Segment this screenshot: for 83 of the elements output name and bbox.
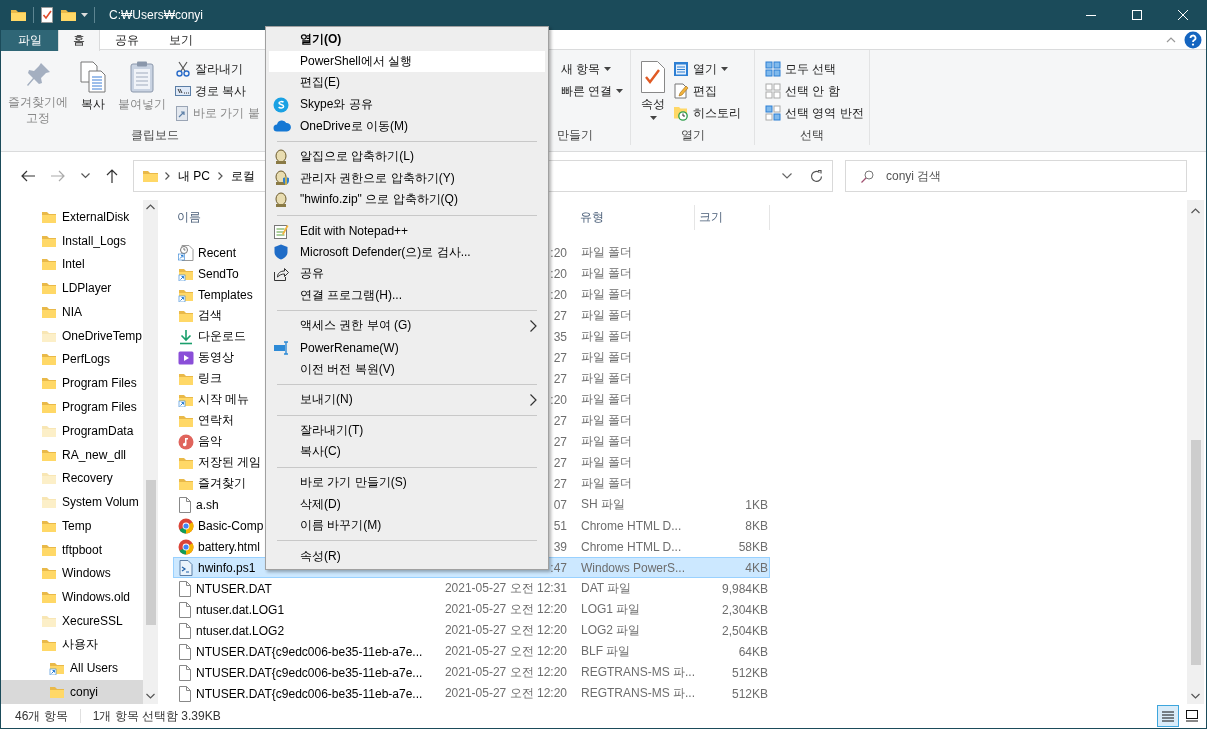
date-cell-text: :20: [550, 392, 568, 407]
date-cell-text: :47: [550, 560, 568, 575]
group-label: 만들기: [556, 127, 594, 144]
date-cell-text: 27: [553, 371, 568, 386]
date-cell-text: :20: [550, 266, 568, 281]
file-name: 검색: [198, 307, 222, 324]
file-name: 동영상: [198, 349, 234, 366]
file-name: a.sh: [196, 497, 219, 512]
size-cell-text: 512KB: [730, 665, 769, 680]
date-cell-text: 27: [553, 476, 568, 491]
date-cell-text: 39: [553, 539, 568, 554]
type-cell-text: 파일 폴더: [580, 412, 634, 429]
type-cell-text: 파일 폴더: [580, 286, 634, 303]
file-name: Recent: [198, 245, 237, 260]
date-cell-text: 2021-05-27 오전 12:20: [444, 622, 568, 639]
file-name: 링크: [198, 370, 222, 387]
type-cell-text: 파일 폴더: [580, 433, 634, 450]
date-cell-text: 2021-05-27 오전 12:20: [444, 664, 568, 681]
file-name: 연락처: [198, 412, 234, 429]
type-cell-text: 파일 폴더: [580, 475, 634, 492]
selection-info: 1개 항목 선택함 3.39KB: [92, 707, 221, 725]
size-cell-text: 512KB: [730, 686, 769, 701]
size-cell-text: 9,984KB: [720, 581, 769, 596]
item-count: 46개 항목: [15, 707, 68, 725]
file-name: battery.html: [198, 539, 260, 554]
window-title: C:₩Users₩conyi: [109, 8, 203, 22]
size-cell-text: 4KB: [744, 560, 769, 575]
file-name: ntuser.dat.LOG2: [196, 623, 285, 638]
type-cell-text: 파일 폴더: [580, 307, 634, 324]
size-cell-text: 1KB: [744, 497, 769, 512]
file-name: 다운로드: [198, 328, 246, 345]
file-name: 즐겨찾기: [198, 475, 246, 492]
file-name: 시작 메뉴: [198, 391, 250, 408]
date-cell-text: 2021-05-27 오전 12:20: [444, 601, 568, 618]
group-label: 열기: [679, 127, 706, 144]
type-cell-text: SH 파일: [580, 496, 626, 513]
size-cell-text: 2,504KB: [720, 623, 769, 638]
date-cell-text: 2021-05-27 오전 12:20: [444, 643, 568, 660]
type-cell-text: BLF 파일: [580, 643, 632, 660]
file-name: SendTo: [198, 266, 239, 281]
file-name: ntuser.dat.LOG1: [196, 602, 285, 617]
group-label: 선택: [799, 127, 825, 144]
type-cell-text: LOG2 파일: [580, 622, 642, 639]
date-cell-text: 2021-05-27 오전 12:20: [444, 685, 568, 702]
file-name: NTUSER.DAT{c9edc006-be35-11eb-a7e...: [196, 686, 423, 701]
file-name: Basic-Comp: [198, 518, 264, 533]
size-cell-text: 58KB: [737, 539, 769, 554]
type-cell-text: 파일 폴더: [580, 244, 634, 261]
file-name: Templates: [198, 287, 253, 302]
type-cell-text: REGTRANS-MS 파...: [580, 685, 696, 702]
type-cell-text: REGTRANS-MS 파...: [580, 664, 696, 681]
date-cell-text: 07: [553, 497, 568, 512]
type-cell-text: 파일 폴더: [580, 391, 634, 408]
date-cell-text: 27: [553, 413, 568, 428]
date-cell-text: 27: [553, 350, 568, 365]
date-cell-text: 27: [553, 455, 568, 470]
file-name: NTUSER.DAT{c9edc006-be35-11eb-a7e...: [196, 665, 423, 680]
date-cell-text: 27: [553, 308, 568, 323]
group-label: 클립보드: [129, 127, 180, 144]
size-cell-text: 2,304KB: [720, 602, 769, 617]
type-cell-text: 파일 폴더: [580, 349, 634, 366]
type-cell-text: Chrome HTML D...: [580, 518, 683, 533]
file-name: 음악: [198, 433, 222, 450]
size-cell-text: 64KB: [737, 644, 769, 659]
date-cell-text: :20: [550, 287, 568, 302]
date-cell-text: 2021-05-27 오전 12:31: [444, 580, 568, 597]
date-cell-text: 35: [553, 329, 568, 344]
type-cell-text: 파일 폴더: [580, 454, 634, 471]
type-cell-text: Chrome HTML D...: [580, 539, 683, 554]
date-cell-text: 51: [553, 518, 568, 533]
file-name: NTUSER.DAT: [196, 581, 272, 596]
file-name: 저장된 게임: [198, 454, 262, 471]
type-cell-text: 파일 폴더: [580, 328, 634, 345]
size-cell-text: 8KB: [744, 518, 769, 533]
date-cell-text: :20: [550, 245, 568, 260]
type-cell-text: DAT 파일: [580, 580, 633, 597]
file-name: hwinfo.ps1: [198, 560, 256, 575]
type-cell-text: 파일 폴더: [580, 370, 634, 387]
date-cell-text: 27: [553, 434, 568, 449]
type-cell-text: Windows PowerS...: [580, 560, 687, 575]
type-cell-text: 파일 폴더: [580, 265, 634, 282]
file-name: NTUSER.DAT{c9edc006-be35-11eb-a7e...: [196, 644, 423, 659]
type-cell-text: LOG1 파일: [580, 601, 642, 618]
